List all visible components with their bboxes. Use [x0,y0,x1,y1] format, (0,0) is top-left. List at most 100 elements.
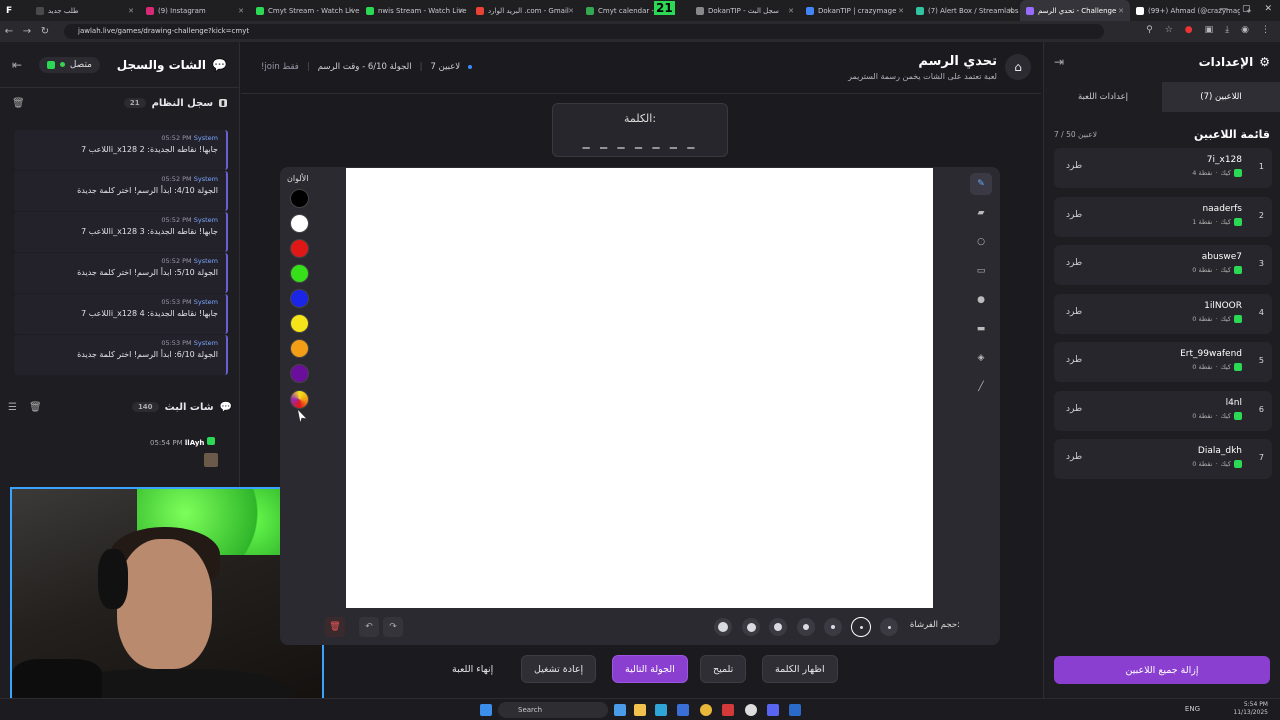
brush-size-option[interactable] [880,618,898,636]
color-swatch-purple[interactable] [290,364,309,383]
list-icon[interactable]: ☰ [8,402,17,413]
browser-tab[interactable]: DokanTIP | crazymage ✕ [800,0,910,21]
filled-rectangle-icon[interactable]: ▬ [970,318,992,340]
zoom-icon[interactable]: ⚲ [1146,25,1153,35]
discord-icon[interactable] [767,704,779,716]
color-swatch-black[interactable] [290,189,309,208]
home-icon[interactable]: ⌂ [1005,54,1031,80]
color-swatch-orange[interactable] [290,339,309,358]
brush-size-option[interactable] [714,618,732,636]
color-swatch-white[interactable] [290,214,309,233]
maximize-icon[interactable]: ▢ [1242,4,1251,14]
kick-player-button[interactable]: طرد [1066,307,1082,317]
close-icon[interactable]: ✕ [238,7,244,15]
color-swatch-blue[interactable] [290,289,309,308]
kick-player-button[interactable]: طرد [1066,355,1082,365]
close-icon[interactable]: ✕ [458,7,464,15]
chrome-icon[interactable] [700,704,712,716]
windows-start-icon[interactable] [480,704,492,716]
brush-size-option[interactable] [742,618,760,636]
brush-size-option-selected[interactable] [851,617,871,637]
reveal-word-button[interactable]: اظهار الكلمة [762,655,838,683]
browser-tab[interactable]: Cmyt Stream - Watch Live ✕ [250,0,360,21]
app-icon[interactable] [722,704,734,716]
bookmark-star-icon[interactable]: ☆ [1165,25,1173,35]
kick-player-button[interactable]: طرد [1066,452,1082,462]
forward-icon[interactable]: → [18,26,36,37]
browser-tab[interactable]: (9) Instagram ✕ [140,0,250,21]
color-swatch-red[interactable] [290,239,309,258]
browser-tab[interactable]: البريد الوارد .com - Gmail ✕ [470,0,580,21]
url-input[interactable]: jawlah.live/games/drawing-challenge?kick… [64,24,1104,39]
close-icon[interactable]: ✕ [568,7,574,15]
extension-icon[interactable]: ● [1185,25,1193,35]
brush-size-option[interactable] [824,618,842,636]
custom-color-picker[interactable] [290,390,309,409]
close-icon[interactable]: ✕ [788,7,794,15]
browser-tab[interactable]: (7) Alert Box / Streamlabs ✕ [910,0,1020,21]
profile-icon[interactable]: ◉ [1241,25,1249,35]
brush-size-option[interactable] [797,618,815,636]
steam-icon[interactable] [789,704,801,716]
reload-icon[interactable]: ↻ [36,26,54,37]
drawing-canvas[interactable] [346,168,933,608]
message-sender: System [193,257,218,265]
tab-game-settings[interactable]: إعدادات اللعبة [1044,82,1162,112]
taskbar-search[interactable]: Search [498,702,608,718]
minimize-icon[interactable]: — [1219,4,1228,14]
message-time: 05:53 PM [161,298,192,306]
app-icon[interactable] [614,704,626,716]
kick-player-button[interactable]: طرد [1066,258,1082,268]
language-indicator[interactable]: ENG [1185,705,1200,713]
close-icon[interactable]: ✕ [898,7,904,15]
browser-tab[interactable]: nwis Stream - Watch Live ✕ [360,0,470,21]
close-window-icon[interactable]: ✕ [1264,4,1272,14]
extension-icon[interactable]: ▣ [1205,25,1214,35]
browser-tab[interactable]: DokanTIP - سجل البث ✕ [690,0,800,21]
edge-icon[interactable] [655,704,667,716]
log-message: 05:52 PM System الجولة 4/10: ابدأ الرسم! … [14,171,228,211]
browser-tab[interactable]: Cmyt calendar - بيانات21 [580,0,690,21]
pencil-icon[interactable]: ✎ [970,173,992,195]
undo-icon[interactable]: ↶ [359,617,379,637]
system-log-list[interactable]: 05:52 PM System اللاعب 7i_x128 جابها! نقا… [14,130,228,385]
restart-button[interactable]: إعادة تشغيل [521,655,597,683]
browser-app-icon[interactable]: F [0,0,30,21]
menu-icon[interactable]: ⋮ [1261,25,1270,35]
line-icon[interactable]: ╱ [970,376,992,398]
file-explorer-icon[interactable] [634,704,646,716]
clear-canvas-icon[interactable]: 🗑 [325,617,345,637]
store-icon[interactable] [677,704,689,716]
filled-circle-icon[interactable]: ● [970,289,992,311]
trash-icon[interactable]: 🗑 [12,98,25,109]
obs-icon[interactable] [745,704,757,716]
next-round-button[interactable]: الجولة التالية [612,655,688,683]
close-icon[interactable]: ✕ [1118,7,1124,15]
close-icon[interactable]: ✕ [128,7,134,15]
hint-button[interactable]: تلميح [700,655,747,683]
close-icon[interactable]: ✕ [1008,7,1014,15]
tab-players[interactable]: اللاعبين (7) [1162,82,1280,112]
circle-icon[interactable]: ○ [970,231,992,253]
close-icon[interactable]: ✕ [348,7,354,15]
collapse-panel-icon[interactable]: ⇤ [12,58,22,72]
color-swatch-yellow[interactable] [290,314,309,333]
brush-size-option[interactable] [769,618,787,636]
kick-player-button[interactable]: طرد [1066,210,1082,220]
kick-player-button[interactable]: طرد [1066,161,1082,171]
trash-icon[interactable]: 🗑 [29,402,42,413]
end-game-button[interactable]: إنهاء اللعبة [440,655,505,683]
browser-tab[interactable]: طلب جديد ✕ [30,0,140,21]
back-icon[interactable]: ← [0,26,18,37]
collapse-panel-icon[interactable]: ⇥ [1054,55,1064,69]
kick-player-button[interactable]: طرد [1066,404,1082,414]
download-icon[interactable]: ⤓ [1225,25,1229,35]
browser-tab-active[interactable]: تحدي الرسم - Challenge ✕ [1020,0,1130,21]
color-swatch-green[interactable] [290,264,309,283]
fill-bucket-icon[interactable]: ◈ [970,347,992,369]
remove-all-players-button[interactable]: إزالة جميع اللاعبين [1054,656,1270,684]
system-clock[interactable]: 5:54 PM 11/13/2025 [1233,701,1268,717]
redo-icon[interactable]: ↷ [383,617,403,637]
rectangle-icon[interactable]: ▭ [970,260,992,282]
eraser-icon[interactable]: ▰ [970,202,992,224]
